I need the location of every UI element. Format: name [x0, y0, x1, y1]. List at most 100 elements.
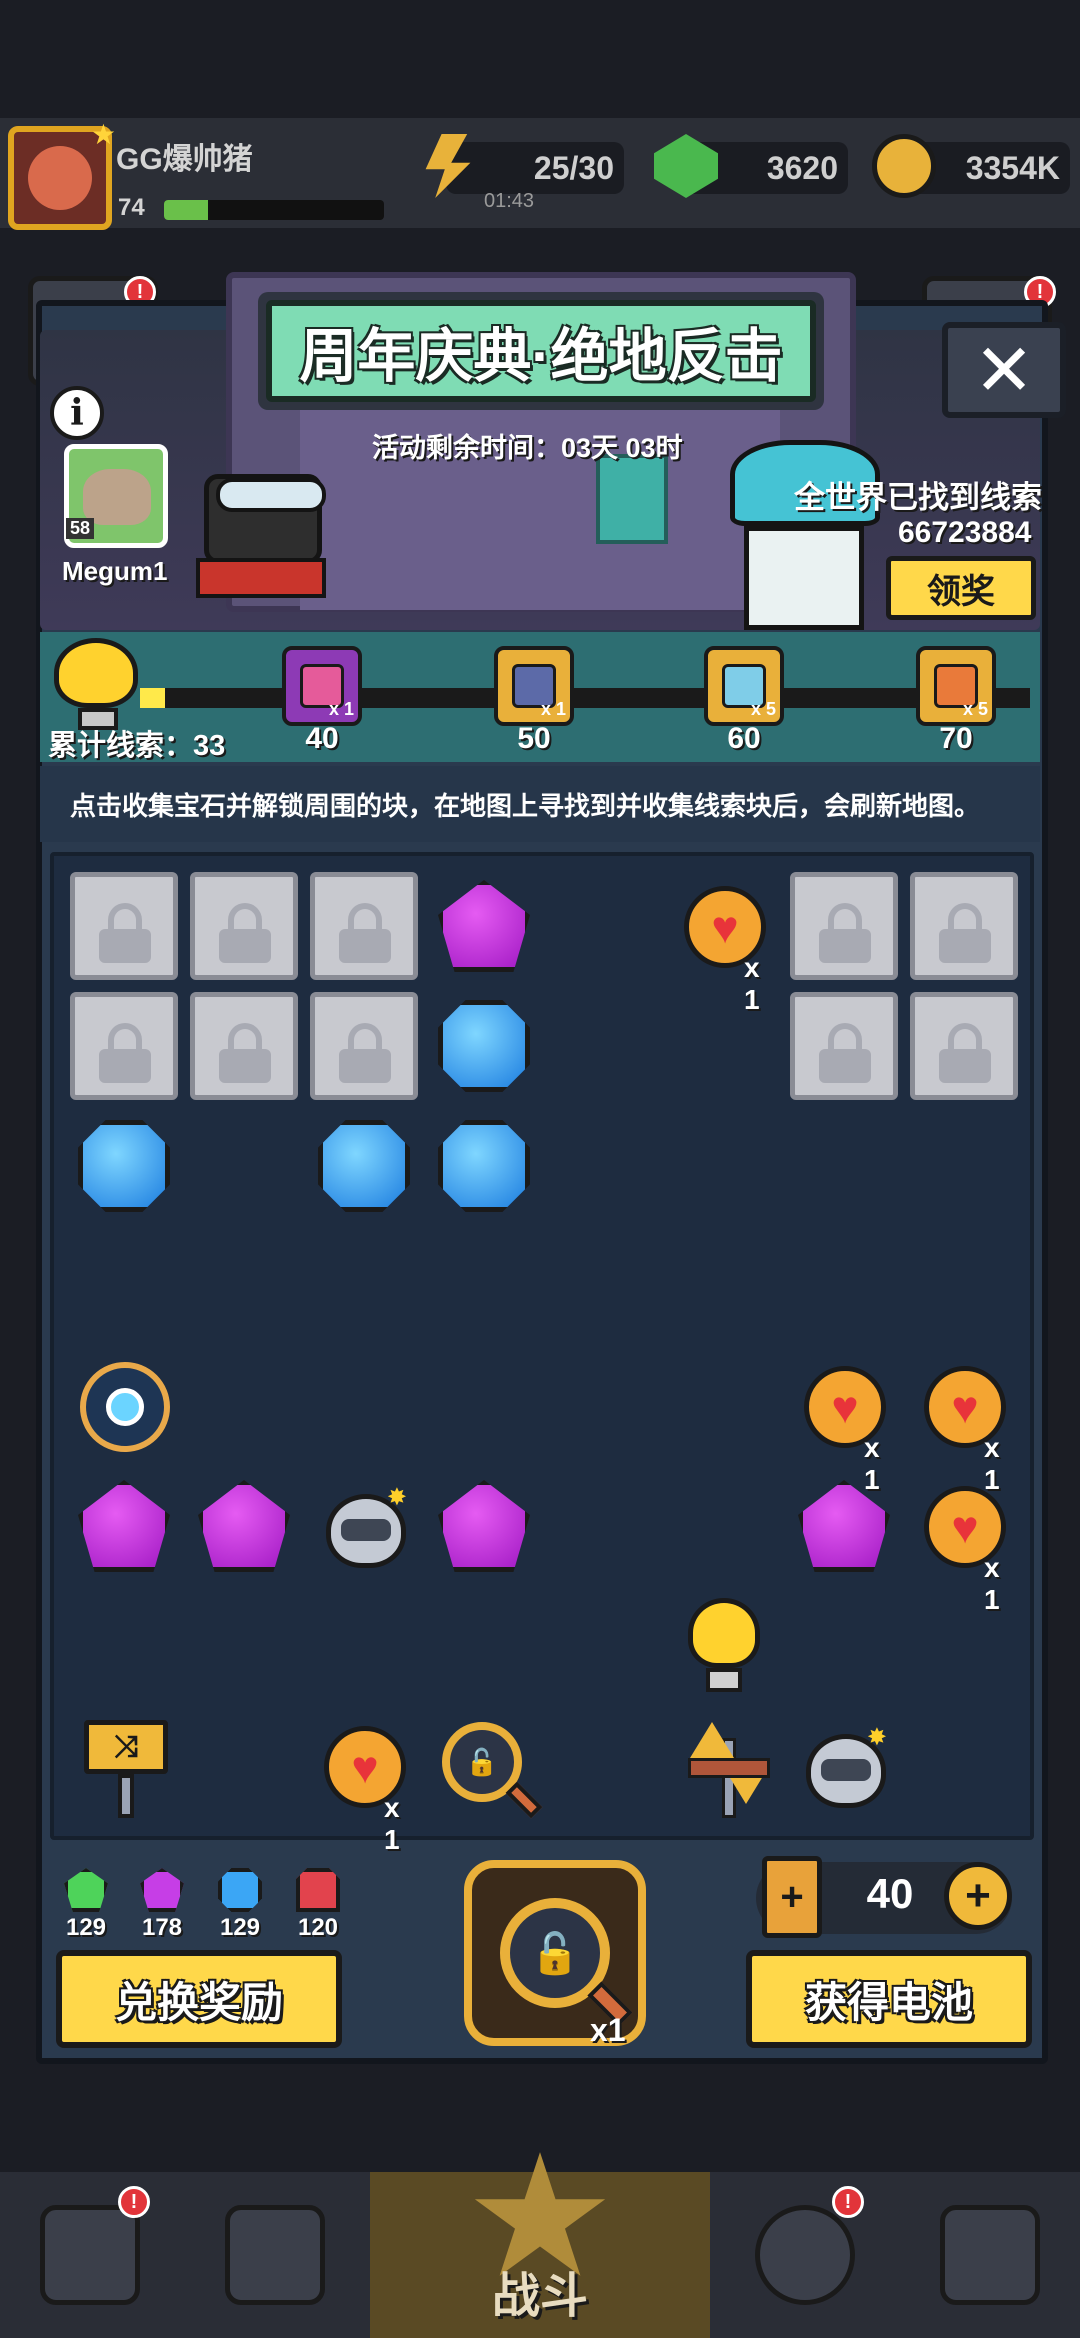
info-icon[interactable]: i [50, 386, 104, 440]
purple-gem-tile[interactable] [190, 1472, 298, 1580]
gem-count: 129 [219, 1914, 261, 1941]
lock-body [819, 1049, 871, 1083]
rope [688, 1758, 770, 1778]
locked-tile[interactable] [310, 992, 418, 1100]
dna-icon [940, 2205, 1040, 2305]
world-clues-count: 66723884 [898, 516, 1032, 549]
blue-gem-tile[interactable] [430, 1112, 538, 1220]
bulb-glass [688, 1598, 760, 1668]
bomb-tile[interactable]: ✸ [310, 1472, 418, 1580]
nav-shop[interactable] [0, 2172, 180, 2338]
player-avatar[interactable]: ★ [8, 119, 116, 230]
locked-tile[interactable] [790, 872, 898, 980]
purple-gem-tile[interactable] [70, 1472, 178, 1580]
heart-coin-tile[interactable]: ♥ x 1 [910, 1352, 1018, 1495]
heart-coin-tile[interactable]: ♥ x 1 [670, 872, 778, 1015]
lock-body [219, 929, 271, 963]
close-button[interactable]: ✕ [942, 322, 1066, 418]
add-battery-button[interactable]: + [944, 1862, 1012, 1930]
bomb-tile[interactable]: ✸ [790, 1712, 898, 1820]
player-level: 74 [118, 194, 145, 221]
milestone-count: x 5 [750, 699, 776, 719]
lock-body [99, 929, 151, 963]
bulb-base [706, 1668, 742, 1692]
heart-coin-tile[interactable]: ♥ x 1 [910, 1472, 1018, 1615]
magnifier-tile[interactable]: 🔓 [430, 1712, 543, 1820]
title-plate: 周年庆典·绝地反击 [258, 292, 824, 410]
heart-coin-tile[interactable]: ♥ x 1 [310, 1712, 418, 1855]
claim-reward-button[interactable]: 领奖 [886, 556, 1036, 620]
blue-gem-icon [218, 1868, 262, 1912]
shuffle-sign-icon: ⤨ [84, 1720, 168, 1820]
lock-body [339, 929, 391, 963]
event-title: 周年庆典·绝地反击 [266, 300, 816, 402]
lab-coat [744, 526, 864, 630]
exchange-reward-button[interactable]: 兑换奖励 [56, 1950, 342, 2048]
blue-gem-icon [78, 1120, 170, 1212]
sign-board: ⤨ [84, 1720, 168, 1774]
bomb-mask [341, 1519, 391, 1541]
locked-tile[interactable] [190, 872, 298, 980]
locked-tile[interactable] [910, 992, 1018, 1100]
locked-tile[interactable] [190, 992, 298, 1100]
spark-icon: ✸ [386, 1484, 407, 1511]
nav-shop-badge: ! [118, 2186, 150, 2218]
coin-icon [872, 134, 936, 198]
red-gem-icon [296, 1868, 340, 1912]
progress-track [140, 688, 1030, 708]
blue-gem-icon [438, 1000, 530, 1092]
milestone-reward-2[interactable]: x 1 [494, 646, 574, 726]
nav-equipment[interactable] [185, 2172, 365, 2338]
bomb-mask [821, 1759, 871, 1781]
milestone-threshold: 40 [305, 722, 339, 755]
purple-gem-tile[interactable] [790, 1472, 898, 1580]
lock-body [219, 1049, 271, 1083]
locked-tile[interactable] [310, 872, 418, 980]
purple-gem-tile[interactable] [430, 1472, 538, 1580]
nav-talent[interactable] [715, 2172, 895, 2338]
purple-gem-counter: 178 [132, 1868, 192, 1942]
get-battery-button[interactable]: 获得电池 [746, 1950, 1032, 2048]
event-time-left: 活动剩余时间：03天 03时 [372, 433, 683, 463]
shuffle-sign-tile[interactable]: ⤨ [70, 1712, 178, 1820]
nav-battle[interactable]: ★ 战斗 [370, 2132, 710, 2338]
target-tile[interactable] [70, 1352, 178, 1460]
blue-gem-tile[interactable] [70, 1112, 178, 1220]
heart-coin-tile[interactable]: ♥ x 1 [790, 1352, 898, 1495]
direction-sign-tile[interactable] [670, 1712, 778, 1820]
star-globe-icon [755, 2205, 855, 2305]
cat-icon [83, 469, 151, 525]
instruction-text: 点击收集宝石并解锁周围的块，在地图上寻找到并收集线索块后，会刷新地图。 [40, 766, 1040, 842]
clue-bulb-tile[interactable] [670, 1592, 778, 1700]
blue-gem-tile[interactable] [310, 1112, 418, 1220]
energy-counter[interactable]: 25/30 [446, 142, 624, 194]
milestone-threshold: 50 [517, 722, 551, 755]
lightbulb-icon [688, 1598, 760, 1698]
lock-body [819, 929, 871, 963]
blue-gem-tile[interactable] [430, 992, 538, 1100]
milestone-reward-4[interactable]: x 5 [916, 646, 996, 726]
gem-count: 129 [65, 1914, 107, 1941]
goggles [216, 478, 326, 512]
milestone-reward-1[interactable]: x 1 [282, 646, 362, 726]
bomb-icon: ✸ [326, 1484, 407, 1568]
locked-tile[interactable] [70, 872, 178, 980]
lightbulb-icon [54, 638, 142, 734]
purple-gem-icon [78, 1480, 170, 1572]
nav-evolve[interactable] [900, 2172, 1080, 2338]
world-clues-label: 全世界已找到线索 [794, 480, 1042, 515]
locked-tile[interactable] [910, 872, 1018, 980]
energy-timer: 01:43 [484, 190, 535, 212]
nav-talent-badge: ! [832, 2186, 864, 2218]
purple-gem-tile[interactable] [430, 872, 538, 980]
milestone-reward-3[interactable]: x 5 [704, 646, 784, 726]
xp-bar [164, 200, 384, 220]
scarf [196, 558, 326, 598]
milestone-threshold: 70 [939, 722, 973, 755]
locked-tile[interactable] [70, 992, 178, 1100]
battery-icon: + [762, 1856, 822, 1938]
blue-gem-counter: 129 [210, 1868, 270, 1942]
purple-gem-icon [798, 1480, 890, 1572]
locked-tile[interactable] [790, 992, 898, 1100]
milestone-threshold: 60 [727, 722, 761, 755]
